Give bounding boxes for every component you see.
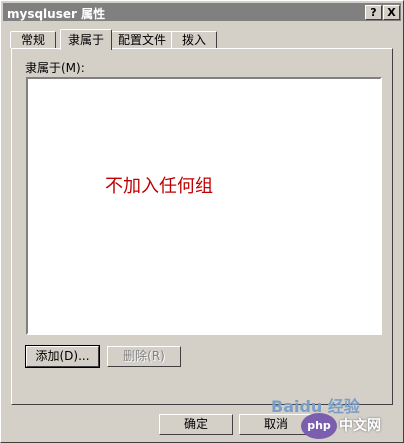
close-button[interactable]: X [383, 5, 400, 20]
tab-member-of[interactable]: 隶属于 [60, 29, 112, 50]
site-watermark: 中文网 [339, 418, 381, 434]
tab-dial-in[interactable]: 拨入 [171, 31, 217, 48]
title-bar[interactable]: mysqluser 属性 ? X [3, 3, 401, 21]
remove-button[interactable]: 删除(R) [107, 346, 181, 367]
member-of-list[interactable] [26, 77, 382, 335]
tab-profile[interactable]: 配置文件 [111, 31, 173, 48]
member-of-label: 隶属于(M): [25, 61, 85, 75]
annotation-text: 不加入任何组 [105, 176, 213, 197]
tab-general[interactable]: 常规 [10, 31, 56, 48]
php-logo-icon: php [301, 413, 337, 439]
window-title: mysqluser 属性 [7, 7, 106, 21]
properties-dialog: mysqluser 属性 ? X 常规 隶属于 配置文件 拨入 隶属于(M): … [0, 0, 404, 443]
help-button[interactable]: ? [365, 5, 382, 20]
ok-button[interactable]: 确定 [159, 414, 233, 435]
add-button[interactable]: 添加(D)... [25, 345, 100, 368]
